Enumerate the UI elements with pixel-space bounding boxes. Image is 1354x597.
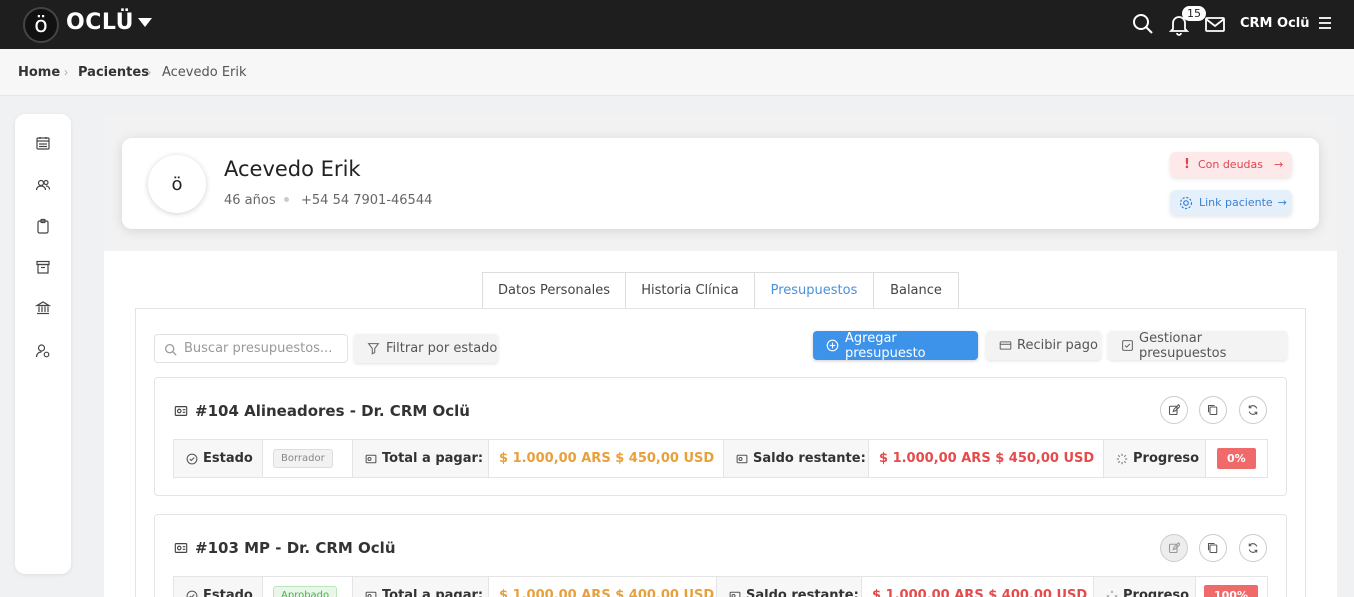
mail-icon[interactable] xyxy=(1203,12,1227,36)
sidebar xyxy=(15,114,71,574)
calendar-icon[interactable] xyxy=(35,135,51,151)
status-badge: Aprobado xyxy=(273,586,338,597)
breadcrumb-home[interactable]: Home xyxy=(18,65,60,80)
budget-icon xyxy=(174,543,188,553)
menu-icon[interactable] xyxy=(1313,12,1337,36)
refresh-button[interactable] xyxy=(1239,534,1267,562)
user-settings-icon[interactable] xyxy=(35,343,51,359)
filter-label: Filtrar por estado xyxy=(386,341,498,356)
status-label: Estado xyxy=(203,588,253,597)
edit-button[interactable] xyxy=(1160,534,1188,562)
status-label: Estado xyxy=(203,451,253,466)
check-circle-icon xyxy=(186,453,198,464)
remaining-label: Saldo restante: xyxy=(746,588,859,597)
remaining-amount: $ 1.000,00 ARS $ 400,00 USD xyxy=(862,577,1094,597)
receive-payment-label: Recibir pago xyxy=(1017,338,1098,353)
copy-icon xyxy=(1207,404,1218,416)
budget-card: #104 Alineadores - Dr. CRM Oclü xyxy=(154,377,1287,496)
budget-summary-row: Estado Aprobado Total a pagar: $ 1.000,0… xyxy=(173,576,1268,597)
progress-label: Progreso xyxy=(1133,451,1200,466)
chevron-down-icon[interactable] xyxy=(138,18,152,27)
total-label: Total a pagar: xyxy=(382,451,484,466)
top-navbar: ö OCLÜ 15 CRM Oclü xyxy=(0,0,1354,49)
patient-age: 46 años xyxy=(224,193,276,208)
debt-label: Con deudas xyxy=(1197,158,1263,171)
breadcrumb-current: Acevedo Erik xyxy=(162,65,247,80)
arrow-right-icon: → xyxy=(1277,196,1287,209)
receive-payment-button[interactable]: Recibir pago xyxy=(986,331,1101,360)
search-icon xyxy=(164,343,177,356)
total-amount: $ 1.000,00 ARS $ 450,00 USD xyxy=(489,440,724,477)
user-name[interactable]: CRM Oclü xyxy=(1240,16,1309,31)
avatar: ö xyxy=(148,155,206,213)
alert-icon: ! xyxy=(1184,157,1190,172)
filter-status-button[interactable]: Filtrar por estado xyxy=(354,334,498,363)
tab-datos-personales[interactable]: Datos Personales xyxy=(482,272,626,309)
patient-header-card: ö Acevedo Erik 46 años +54 54 7901-46544… xyxy=(122,138,1319,229)
patient-link-button[interactable]: Link paciente → xyxy=(1170,190,1292,215)
budget-icon xyxy=(174,406,188,416)
search-input[interactable]: Buscar presupuestos... xyxy=(154,334,348,363)
remaining-label: Saldo restante: xyxy=(753,451,866,466)
money-icon xyxy=(736,454,748,463)
search-placeholder: Buscar presupuestos... xyxy=(184,341,333,356)
total-amount: $ 1.000,00 ARS $ 400,00 USD xyxy=(489,577,717,597)
budget-title: #104 Alineadores - Dr. CRM Oclü xyxy=(195,402,470,420)
users-icon[interactable] xyxy=(35,177,51,193)
link-label: Link paciente xyxy=(1199,196,1273,209)
arrow-right-icon: → xyxy=(1274,158,1284,171)
refresh-button[interactable] xyxy=(1239,396,1267,424)
money-icon xyxy=(365,591,377,597)
tab-balance[interactable]: Balance xyxy=(873,272,959,309)
money-icon xyxy=(365,454,377,463)
clipboard-icon[interactable] xyxy=(35,218,51,234)
copy-icon xyxy=(1207,542,1218,554)
archive-icon[interactable] xyxy=(35,259,51,275)
plus-circle-icon xyxy=(826,339,839,352)
patient-name: Acevedo Erik xyxy=(224,157,361,181)
check-circle-icon xyxy=(186,590,198,597)
gear-icon xyxy=(1179,196,1193,209)
chevron-right-icon: › xyxy=(64,65,68,79)
loader-icon xyxy=(1106,590,1118,597)
manage-budgets-button[interactable]: Gestionar presupuestos xyxy=(1108,330,1287,361)
bank-icon[interactable] xyxy=(35,300,51,316)
tab-presupuestos[interactable]: Presupuestos xyxy=(754,272,874,309)
manage-budgets-label: Gestionar presupuestos xyxy=(1139,330,1227,361)
checkbox-icon xyxy=(1122,340,1133,351)
progress-badge: 0% xyxy=(1217,448,1256,469)
logo[interactable]: ö xyxy=(23,7,59,43)
edit-button[interactable] xyxy=(1160,396,1188,424)
edit-icon xyxy=(1168,404,1180,416)
refresh-icon xyxy=(1248,543,1258,553)
edit-icon xyxy=(1168,542,1180,554)
status-badge: Borrador xyxy=(273,449,333,468)
progress-badge: 100% xyxy=(1204,585,1258,597)
money-icon xyxy=(729,591,741,597)
breadcrumb-pacientes[interactable]: Pacientes xyxy=(78,65,149,80)
brand-name[interactable]: OCLÜ xyxy=(66,10,134,35)
total-label: Total a pagar: xyxy=(382,588,484,597)
duplicate-button[interactable] xyxy=(1199,396,1227,424)
chevron-right-icon: › xyxy=(147,65,151,79)
tab-historia-clinica[interactable]: Historia Clínica xyxy=(625,272,755,309)
progress-label: Progreso xyxy=(1123,588,1190,597)
search-icon[interactable] xyxy=(1131,12,1155,36)
add-budget-button[interactable]: Agregar presupuesto xyxy=(813,330,978,361)
budget-summary-row: Estado Borrador Total a pagar: $ 1.000,0… xyxy=(173,439,1268,478)
remaining-amount: $ 1.000,00 ARS $ 450,00 USD xyxy=(869,440,1104,477)
duplicate-button[interactable] xyxy=(1199,534,1227,562)
debt-badge-button[interactable]: ! Con deudas → xyxy=(1170,152,1292,177)
filter-icon xyxy=(367,343,380,355)
credit-card-icon xyxy=(999,341,1012,350)
patient-phone: +54 54 7901-46544 xyxy=(301,193,433,208)
budget-title: #103 MP - Dr. CRM Oclü xyxy=(195,539,396,557)
add-budget-label: Agregar presupuesto xyxy=(845,330,926,361)
refresh-icon xyxy=(1248,405,1258,415)
breadcrumb: Home › Pacientes › Acevedo Erik xyxy=(0,49,1354,96)
loader-icon xyxy=(1116,453,1128,464)
